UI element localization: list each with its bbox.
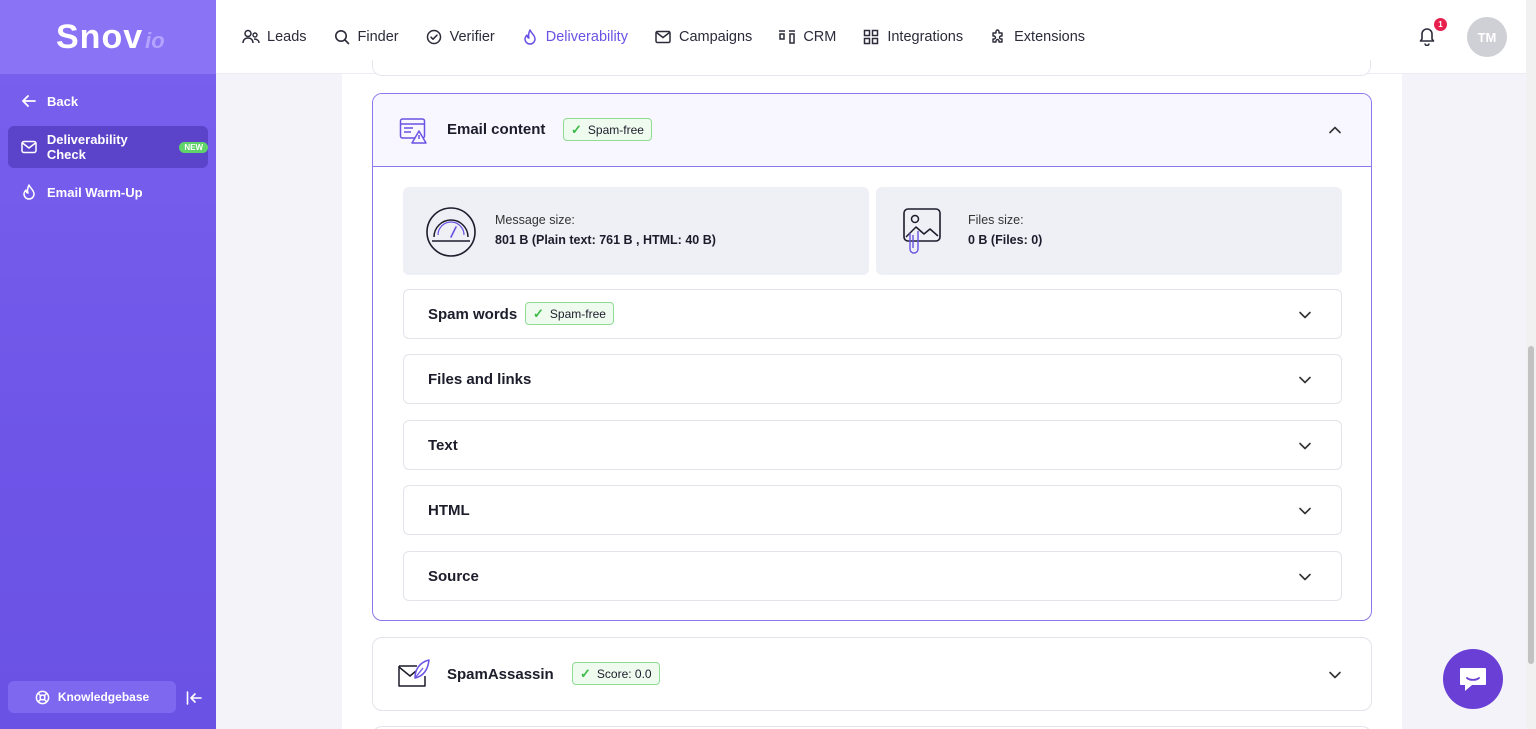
users-icon xyxy=(242,28,260,46)
bell-icon xyxy=(1419,28,1435,47)
spamassassin-title: SpamAssassin xyxy=(447,666,554,683)
gauge-icon xyxy=(426,207,476,257)
arrow-left-icon xyxy=(20,92,38,110)
section-title: Text xyxy=(428,437,458,454)
flame-icon xyxy=(521,28,539,46)
files-and-links-section[interactable]: Files and links xyxy=(403,354,1342,404)
score-badge: ✓ Score: 0.0 xyxy=(572,662,660,685)
status-badge: ✓ Spam-free xyxy=(563,118,652,141)
check-icon: ✓ xyxy=(571,121,582,137)
kanban-icon xyxy=(778,28,796,46)
text-section[interactable]: Text xyxy=(403,420,1342,470)
previous-card-edge xyxy=(372,60,1371,76)
files-size-stat: Files size: 0 B (Files: 0) xyxy=(876,187,1342,275)
knowledgebase-button[interactable]: Knowledgebase xyxy=(8,681,176,713)
new-badge: NEW xyxy=(179,141,208,153)
score-badge-label: Score: 0.0 xyxy=(596,666,652,681)
message-size-value: 801 B (Plain text: 761 B , HTML: 40 B) xyxy=(495,233,716,247)
mail-check-icon xyxy=(20,138,38,156)
chevron-down-icon xyxy=(1329,671,1341,679)
avatar[interactable]: TM xyxy=(1467,17,1507,57)
email-content-card: Email content ✓ Spam-free Message size: … xyxy=(372,93,1372,621)
chat-button[interactable] xyxy=(1443,649,1503,709)
sidebar-item-email-warm-up[interactable]: Email Warm-Up xyxy=(8,171,208,213)
nav-label: Deliverability xyxy=(545,29,628,45)
nav-label: Leads xyxy=(267,29,307,45)
files-size-value: 0 B (Files: 0) xyxy=(968,233,1043,247)
scrollbar-thumb[interactable] xyxy=(1528,346,1534,664)
message-size-label: Message size: xyxy=(495,213,575,227)
chevron-down-icon xyxy=(1299,311,1311,319)
back-label: Back xyxy=(47,93,79,109)
html-section[interactable]: HTML xyxy=(403,485,1342,535)
message-size-stat: Message size: 801 B (Plain text: 761 B ,… xyxy=(403,187,869,275)
email-content-header[interactable]: Email content ✓ Spam-free xyxy=(373,94,1371,167)
search-icon xyxy=(333,28,351,46)
image-attachment-icon xyxy=(903,208,941,254)
check-circle-icon xyxy=(425,28,443,46)
check-icon: ✓ xyxy=(533,305,544,321)
section-title: HTML xyxy=(428,502,470,519)
email-content-title: Email content xyxy=(447,121,546,138)
lifebuoy-icon xyxy=(35,690,50,705)
notification-count-badge: 1 xyxy=(1434,18,1447,31)
section-title: Source xyxy=(428,568,479,585)
nav-label: Finder xyxy=(357,29,399,45)
status-badge: ✓ Spam-free xyxy=(525,302,614,325)
sidebar-item-deliverability-check[interactable]: Deliverability Check NEW xyxy=(8,126,208,168)
envelope-leaf-icon xyxy=(398,659,430,687)
check-icon: ✓ xyxy=(580,665,591,681)
nav-label: Campaigns xyxy=(678,29,753,45)
logo-main: Snov xyxy=(56,17,144,56)
nav-label: Verifier xyxy=(449,29,495,45)
chat-bubble-icon xyxy=(1460,668,1486,691)
chevron-down-icon xyxy=(1299,573,1311,581)
status-badge-label: Spam-free xyxy=(587,122,644,137)
sidebar: Snov io Back Deliverability Check NEW Em… xyxy=(0,0,216,729)
chevron-down-icon xyxy=(1299,376,1311,384)
email-warning-icon xyxy=(399,118,427,144)
collapse-left-icon xyxy=(186,691,202,705)
nav-label: CRM xyxy=(803,29,837,45)
collapse-sidebar-button[interactable] xyxy=(184,688,204,708)
status-badge-label: Spam-free xyxy=(549,306,606,321)
back-button[interactable]: Back xyxy=(8,80,208,122)
sidebar-item-label: Email Warm-Up xyxy=(47,184,143,200)
spamassassin-card[interactable]: SpamAssassin ✓ Score: 0.0 xyxy=(372,637,1372,711)
nav-label: Extensions xyxy=(1014,29,1086,45)
chevron-down-icon xyxy=(1299,442,1311,450)
flame-icon xyxy=(20,183,38,201)
logo[interactable]: Snov io xyxy=(0,0,216,74)
logo-sub: io xyxy=(145,28,165,53)
nav-item-leads[interactable]: Leads xyxy=(242,0,307,74)
chevron-up-icon[interactable] xyxy=(1328,123,1342,137)
source-section[interactable]: Source xyxy=(403,551,1342,601)
sidebar-item-label: Deliverability Check xyxy=(46,132,128,162)
knowledgebase-label: Knowledgebase xyxy=(57,690,150,704)
chevron-down-icon xyxy=(1299,507,1311,515)
files-size-label: Files size: xyxy=(968,213,1024,227)
spam-words-section[interactable]: Spam words ✓ Spam-free xyxy=(403,289,1342,339)
puzzle-icon xyxy=(989,28,1007,46)
grid-icon xyxy=(862,28,880,46)
nav-label: Integrations xyxy=(887,29,964,45)
section-title: Files and links xyxy=(428,371,532,388)
mail-icon xyxy=(654,28,672,46)
section-title: Spam words xyxy=(428,306,518,323)
